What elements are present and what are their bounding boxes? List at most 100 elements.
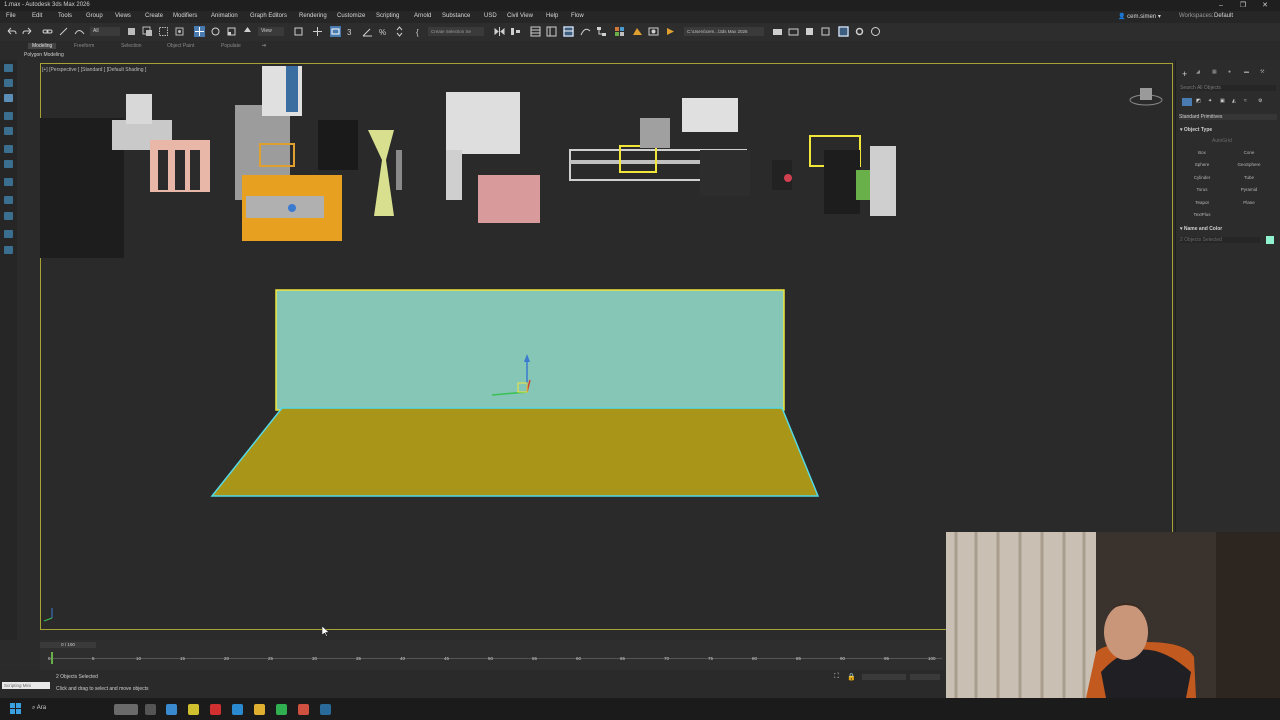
chrome-app-icon[interactable]	[188, 704, 199, 715]
filter-containers-icon[interactable]	[4, 230, 13, 238]
pyramid-button[interactable]: Pyramid	[1227, 186, 1271, 194]
menu-create[interactable]: Create	[145, 13, 163, 19]
mirror-icon[interactable]	[494, 26, 505, 37]
menu-file[interactable]: File	[6, 13, 16, 19]
3ds-max-app-icon[interactable]	[320, 704, 331, 715]
curve-editor-icon[interactable]	[580, 26, 591, 37]
settings-gear-icon[interactable]	[854, 26, 865, 37]
ribbon-options-icon[interactable]: ▪▾	[262, 43, 266, 49]
help-icon[interactable]	[870, 26, 881, 37]
cylinder-button[interactable]: Cylinder	[1180, 174, 1224, 182]
filter-helpers-icon[interactable]	[4, 145, 13, 153]
render-production-icon[interactable]	[665, 26, 676, 37]
menu-usd[interactable]: USD	[484, 13, 497, 19]
edge-app-icon[interactable]	[232, 704, 243, 715]
keyboard-shortcut-override-icon[interactable]	[330, 26, 341, 37]
render-setup-icon[interactable]	[632, 26, 643, 37]
reference-coordinate-dropdown[interactable]: View	[258, 27, 284, 36]
ribbon-subtab-polygon-modeling[interactable]: Polygon Modeling	[24, 52, 64, 58]
space-warps-category-icon[interactable]: ≈	[1244, 98, 1247, 104]
selected-wall[interactable]	[275, 289, 785, 411]
filter-space-warps-icon[interactable]	[4, 160, 13, 168]
select-and-scale-icon[interactable]	[226, 26, 237, 37]
bind-space-warp-icon[interactable]	[74, 26, 85, 37]
search-highlight-icon[interactable]	[114, 704, 138, 715]
lights-category-icon[interactable]: ✦	[1208, 98, 1212, 104]
archive-icon[interactable]	[820, 26, 831, 37]
layer-explorer-icon[interactable]	[530, 26, 541, 37]
tube-button[interactable]: Tube	[1227, 174, 1271, 182]
viewcube[interactable]	[1128, 84, 1164, 108]
filter-frozen-icon[interactable]	[4, 246, 13, 254]
opera-app-icon[interactable]	[210, 704, 221, 715]
filter-xrefs-icon[interactable]	[4, 196, 13, 204]
create-tab-icon[interactable]: +	[1182, 69, 1187, 79]
viewport-layout-icon[interactable]	[838, 26, 849, 37]
geosphere-button[interactable]: GeoSphere	[1227, 161, 1271, 169]
unlink-icon[interactable]	[58, 26, 69, 37]
teapot-button[interactable]: Teapot	[1180, 199, 1224, 207]
link-icon[interactable]	[42, 26, 53, 37]
filter-shapes-icon[interactable]	[4, 94, 13, 102]
select-by-name-icon[interactable]	[142, 26, 153, 37]
user-account[interactable]: 👤 cem.simen ▾	[1118, 13, 1161, 20]
open-folder-icon[interactable]	[788, 26, 799, 37]
windows-start-icon[interactable]	[10, 703, 21, 714]
menu-edit[interactable]: Edit	[32, 13, 42, 19]
minimize-button[interactable]: –	[1214, 1, 1228, 10]
set-project-folder-icon[interactable]	[772, 26, 783, 37]
cameras-category-icon[interactable]: ▣	[1220, 98, 1225, 104]
ribbon-tab-modeling[interactable]: Modeling	[28, 43, 57, 49]
edit-named-selection-icon[interactable]: {	[414, 26, 425, 37]
restore-button[interactable]: ❐	[1236, 1, 1250, 10]
primitives-category-dropdown[interactable]: Standard Primitives	[1179, 114, 1277, 120]
rendered-frame-window-icon[interactable]	[648, 26, 659, 37]
object-name-field[interactable]: 2 Objects Selected	[1180, 237, 1260, 243]
filter-groups-icon[interactable]	[4, 178, 13, 186]
menu-substance[interactable]: Substance	[442, 13, 470, 19]
selection-lock-icon[interactable]: 🔒	[847, 673, 856, 681]
menu-group[interactable]: Group	[86, 13, 103, 19]
select-and-rotate-icon[interactable]	[210, 26, 221, 37]
selection-filter-dropdown[interactable]: All	[90, 27, 120, 36]
spotify-app-icon[interactable]	[276, 704, 287, 715]
sphere-button[interactable]: Sphere	[1180, 161, 1224, 169]
filter-bones-icon[interactable]	[4, 212, 13, 220]
object-search-field[interactable]: Search All Objects	[1180, 85, 1276, 91]
hierarchy-tab-icon[interactable]: ▦	[1212, 69, 1217, 75]
save-folder-icon[interactable]	[804, 26, 815, 37]
filter-geometry-icon[interactable]	[4, 79, 13, 87]
spinner-snap-icon[interactable]	[394, 26, 405, 37]
shapes-category-icon[interactable]: ◩	[1196, 98, 1201, 104]
systems-category-icon[interactable]: ⚙	[1258, 98, 1262, 104]
menu-arnold[interactable]: Arnold	[414, 13, 431, 19]
undo-icon[interactable]	[6, 26, 17, 37]
coordinate-x-field[interactable]	[862, 674, 906, 680]
menu-graph-editors[interactable]: Graph Editors	[250, 13, 287, 19]
select-object-icon[interactable]	[126, 26, 137, 37]
plane-button[interactable]: Plane	[1227, 199, 1271, 207]
menu-tools[interactable]: Tools	[58, 13, 72, 19]
project-path-field[interactable]: C:\Users\cem...\3ds Max 2026	[684, 27, 764, 36]
menu-customize[interactable]: Customize	[337, 13, 365, 19]
time-slider[interactable]: 0 / 100	[40, 642, 96, 648]
menu-help[interactable]: Help	[546, 13, 558, 19]
angle-snap-icon[interactable]	[362, 26, 373, 37]
cone-button[interactable]: Cone	[1227, 149, 1271, 157]
object-color-swatch[interactable]	[1266, 236, 1274, 244]
display-tab-icon[interactable]: ▬	[1244, 69, 1249, 75]
ribbon-tab-freeform[interactable]: Freeform	[74, 43, 94, 49]
ribbon-tab-object-paint[interactable]: Object Paint	[167, 43, 194, 49]
window-crossing-icon[interactable]	[174, 26, 185, 37]
snaps-toggle-icon[interactable]: 3	[346, 26, 357, 37]
select-and-move-icon[interactable]	[194, 26, 205, 37]
motion-tab-icon[interactable]: ●	[1228, 69, 1231, 75]
menu-scripting[interactable]: Scripting	[376, 13, 399, 19]
material-editor-icon[interactable]	[614, 26, 625, 37]
object-type-rollout[interactable]: ▾ Object Type	[1180, 127, 1212, 133]
menu-views[interactable]: Views	[115, 13, 131, 19]
percent-snap-icon[interactable]: %	[378, 26, 389, 37]
coordinate-y-field[interactable]	[910, 674, 940, 680]
ribbon-tab-populate[interactable]: Populate	[221, 43, 241, 49]
pivot-center-icon[interactable]	[293, 26, 304, 37]
